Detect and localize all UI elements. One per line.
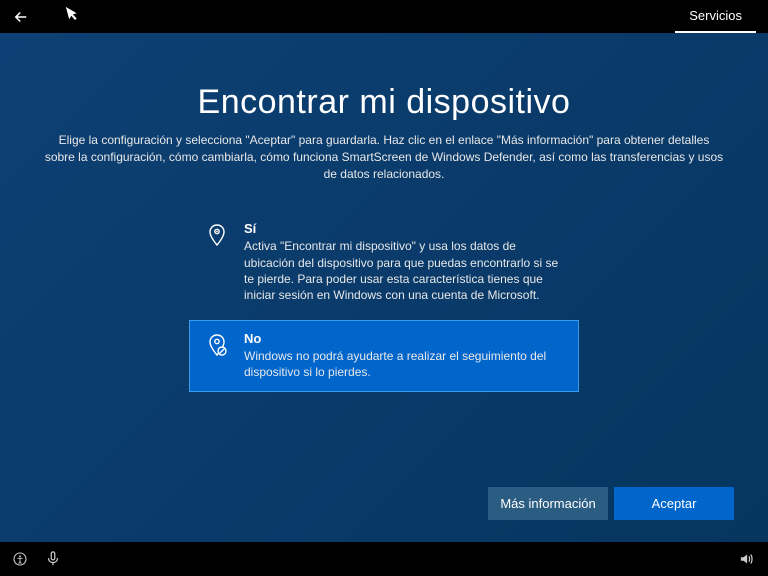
bottombar xyxy=(0,542,768,576)
option-yes-desc: Activa "Encontrar mi dispositivo" y usa … xyxy=(244,238,564,303)
option-yes[interactable]: Sí Activa "Encontrar mi dispositivo" y u… xyxy=(189,210,579,314)
location-pin-off-icon xyxy=(204,331,230,359)
page-title: Encontrar mi dispositivo xyxy=(198,83,571,122)
microphone-icon[interactable] xyxy=(46,551,60,567)
option-yes-title: Sí xyxy=(244,221,564,236)
more-info-button[interactable]: Más información xyxy=(488,487,608,520)
volume-icon[interactable] xyxy=(740,552,756,566)
options-list: Sí Activa "Encontrar mi dispositivo" y u… xyxy=(189,210,579,391)
option-no-title: No xyxy=(244,331,564,346)
main-content: Encontrar mi dispositivo Elige la config… xyxy=(0,33,768,542)
option-no[interactable]: No Windows no podrá ayudarte a realizar … xyxy=(189,320,579,391)
footer-buttons: Más información Aceptar xyxy=(488,487,734,520)
back-button[interactable] xyxy=(12,8,36,26)
tab-servicios[interactable]: Servicios xyxy=(675,0,756,33)
option-no-desc: Windows no podrá ayudarte a realizar el … xyxy=(244,348,564,380)
location-pin-icon xyxy=(204,221,230,249)
accept-button[interactable]: Aceptar xyxy=(614,487,734,520)
ease-of-access-icon[interactable] xyxy=(12,551,28,567)
page-subtitle: Elige la configuración y selecciona "Ace… xyxy=(44,132,724,182)
titlebar: Servicios xyxy=(0,0,768,33)
